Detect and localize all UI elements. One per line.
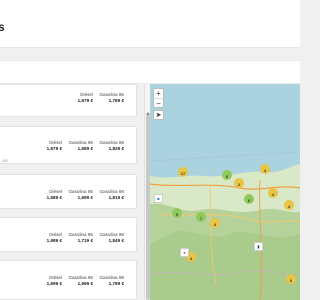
station-list: Diésel 1,679 € Gasolina 95 1,769 € Diése…	[0, 84, 145, 300]
fuel-label: Gasolina 95	[68, 140, 93, 145]
fuel-price: 1,699 €	[46, 281, 62, 286]
station-cluster[interactable]: 6	[244, 194, 254, 204]
fuel-label: Gasolina 98	[99, 232, 124, 237]
price-column: Gasolina 98 1,849 €	[97, 232, 124, 243]
fuel-price: 1,689 €	[77, 146, 93, 151]
zoom-out-button[interactable]: −	[154, 98, 163, 108]
station-cluster[interactable]: 4	[260, 164, 270, 174]
station-card[interactable]: Diésel 1,689 € Gasolina 95 1,699 € Gasol…	[0, 174, 137, 209]
fuel-price: 1,699 €	[77, 195, 93, 200]
opening-hours: :00	[2, 158, 8, 163]
location-arrow-icon: ➤	[155, 112, 162, 119]
brand-marker-icon[interactable]: ●	[180, 248, 189, 257]
station-cluster[interactable]: 4	[284, 200, 294, 210]
fuel-price: 1,689 €	[46, 238, 62, 243]
station-card[interactable]: Diésel 1,679 € Gasolina 95 1,689 € Gasol…	[0, 126, 137, 164]
station-cluster[interactable]: 17	[178, 167, 188, 177]
fuel-label: Gasolina 98	[99, 189, 124, 194]
fuel-price: 1,689 €	[46, 195, 62, 200]
fuel-label: Diésel	[49, 232, 62, 237]
page: s Diésel 1,679 € Gasolina 95 1,769 € Dié…	[0, 0, 300, 300]
station-cluster[interactable]: 2	[234, 178, 244, 188]
price-column: Gasolina 95 1,719 €	[66, 232, 93, 243]
price-column: Gasolina 98 1,829 €	[97, 140, 124, 151]
price-column: Gasolina 98 1,819 €	[97, 189, 124, 200]
zoom-in-button[interactable]: +	[154, 89, 163, 98]
station-card[interactable]: Diésel 1,679 € Gasolina 95 1,769 €	[0, 84, 137, 117]
fuel-price: 1,679 €	[77, 98, 93, 103]
fuel-label: Diésel	[49, 189, 62, 194]
fuel-label: Gasolina 98	[99, 275, 124, 280]
fuel-price: 1,819 €	[108, 195, 124, 200]
fuel-label: Diésel	[49, 140, 62, 145]
station-card[interactable]: Diésel 1,699 € Gasolina 95 1,699 € Gasol…	[0, 260, 137, 300]
page-title: s	[0, 20, 5, 34]
station-cluster[interactable]: 4	[210, 218, 220, 228]
price-column: Diésel 1,689 €	[35, 232, 62, 243]
price-column: Diésel 1,689 €	[35, 189, 62, 200]
price-column: Diésel 1,679 €	[35, 140, 62, 151]
price-column: Gasolina 95 1,689 €	[66, 140, 93, 151]
station-cluster[interactable]: 7	[196, 212, 206, 222]
fuel-price: 1,799 €	[108, 281, 124, 286]
fuel-pump-marker-icon[interactable]: ▮	[254, 242, 263, 251]
price-column: Gasolina 98 1,799 €	[97, 275, 124, 286]
fuel-price: 1,719 €	[77, 238, 93, 243]
fuel-label: Gasolina 98	[99, 140, 124, 145]
gas-station-marker-icon[interactable]: ■	[154, 194, 163, 203]
price-column: Gasolina 95 1,699 €	[66, 189, 93, 200]
fuel-label: Gasolina 95	[68, 189, 93, 194]
station-cluster[interactable]: 4	[268, 188, 278, 198]
price-column: Diésel 1,679 €	[66, 92, 93, 103]
fuel-label: Diésel	[49, 275, 62, 280]
fuel-price: 1,769 €	[108, 98, 124, 103]
price-column: Gasolina 95 1,769 €	[97, 92, 124, 103]
fuel-price: 1,829 €	[108, 146, 124, 151]
price-column: Gasolina 95 1,699 €	[66, 275, 93, 286]
filter-bar	[0, 60, 300, 84]
station-card[interactable]: Diésel 1,689 € Gasolina 95 1,719 € Gasol…	[0, 217, 137, 252]
zoom-control: + −	[153, 88, 164, 108]
fuel-label: Gasolina 95	[68, 275, 93, 280]
fuel-price: 1,699 €	[77, 281, 93, 286]
fuel-label: Gasolina 95	[99, 92, 124, 97]
map-view[interactable]: 17 6 4 6 2 4 5 7 4 4 4 6 ■ ● ▮	[150, 84, 300, 300]
header-bar: s	[0, 0, 300, 48]
station-cluster[interactable]: 6	[286, 274, 296, 284]
fuel-price: 1,679 €	[46, 146, 62, 151]
fuel-label: Diésel	[80, 92, 93, 97]
station-cluster[interactable]: 5	[172, 208, 182, 218]
locate-button[interactable]: ➤	[153, 110, 164, 120]
fuel-label: Gasolina 95	[68, 232, 93, 237]
station-cluster[interactable]: 6	[222, 170, 232, 180]
price-column: Diésel 1,699 €	[35, 275, 62, 286]
fuel-price: 1,849 €	[108, 238, 124, 243]
